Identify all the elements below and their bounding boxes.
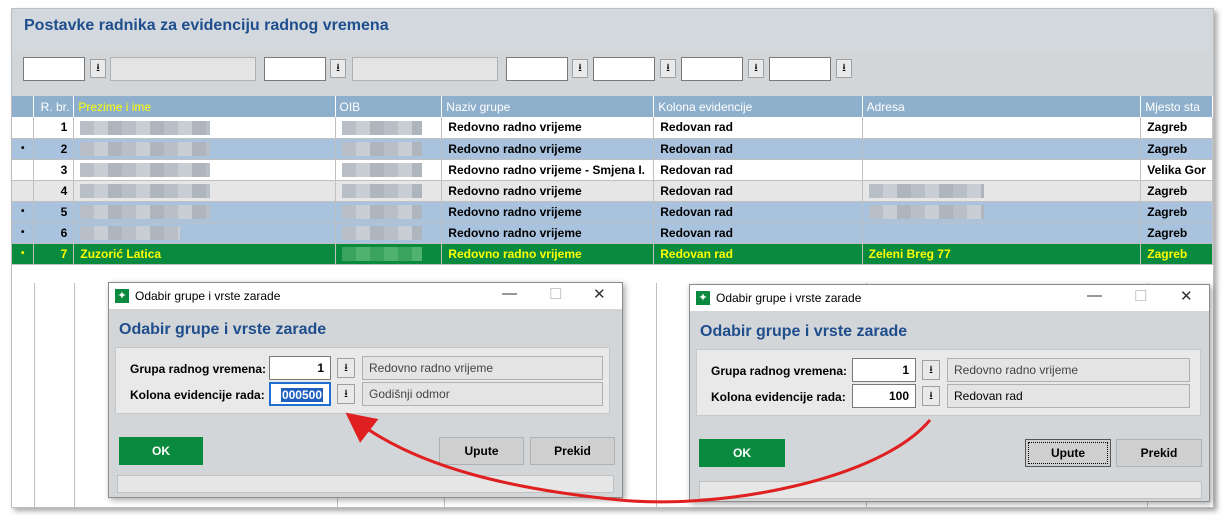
arrow-curve: [345, 412, 932, 504]
annotation-arrow: [345, 412, 932, 504]
